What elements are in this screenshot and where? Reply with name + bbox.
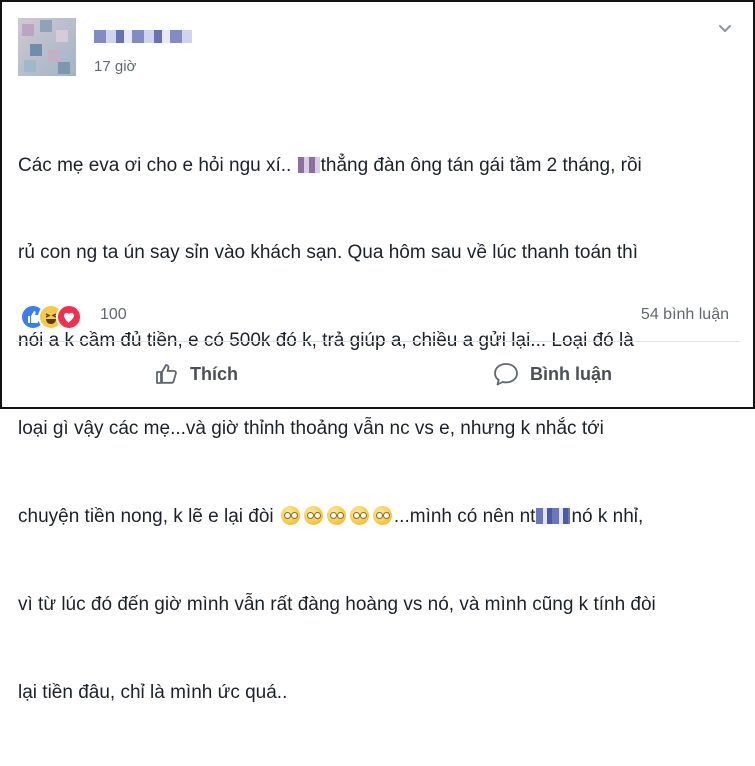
thumbs-up-icon: [156, 364, 177, 384]
post-text: thẳng đàn ông tán gái tầm 2 tháng, rồi: [320, 154, 642, 176]
censored-word: [536, 508, 571, 525]
post-line: lại tiền đâu, chỉ là mình ức quá..: [18, 681, 288, 703]
post-text: nó k nhỉ,: [571, 506, 644, 528]
post-line: rủ con ng ta ún say sỉn vào khách sạn. Q…: [18, 242, 638, 264]
author-name-censored[interactable]: [94, 30, 192, 43]
love-icon: [56, 304, 82, 330]
avatar[interactable]: [18, 18, 76, 76]
comment-button[interactable]: Bình luận: [492, 354, 612, 394]
avatar-pixel: [24, 60, 36, 72]
post-text: ...mình có nên nt: [393, 506, 536, 528]
reaction-count[interactable]: 100: [100, 306, 127, 324]
speech-bubble-icon: [494, 363, 518, 386]
comment-label: Bình luận: [530, 363, 612, 384]
comment-count[interactable]: 54 bình luận: [641, 306, 729, 324]
rolling-eyes-emoji: [280, 506, 300, 526]
censored-word: [297, 156, 320, 173]
avatar-pixel: [48, 50, 60, 62]
like-button[interactable]: Thích: [154, 354, 238, 394]
post-timestamp[interactable]: 17 giờ: [94, 58, 136, 75]
rolling-eyes-emoji: [349, 506, 369, 526]
avatar-pixel: [30, 44, 42, 56]
post-text: chuyện tiền nong, k lẽ e lại đòi: [18, 506, 279, 528]
avatar-pixel: [56, 30, 68, 42]
avatar-pixel: [22, 24, 34, 36]
post-header: 17 giờ: [16, 16, 739, 76]
post-text: Các mẹ eva ơi cho e hỏi ngu xí..: [18, 154, 297, 176]
avatar-pixel: [58, 62, 70, 74]
post-body: Các mẹ eva ơi cho e hỏi ngu xí.. thẳng đ…: [18, 92, 740, 766]
chevron-down-icon[interactable]: [717, 20, 733, 36]
avatar-pixel: [40, 20, 52, 32]
post-card: 17 giờ Các mẹ eva ơi cho e hỏi ngu xí.. …: [0, 0, 755, 703]
post-actions: Thích Bình luận: [16, 346, 739, 402]
post-line: Các mẹ eva ơi cho e hỏi ngu xí.. thẳng đ…: [18, 151, 740, 180]
post-line: chuyện tiền nong, k lẽ e lại đòi ...mình…: [18, 502, 740, 531]
rolling-eyes-emoji: [303, 506, 323, 526]
post-line: loại gì vậy các mẹ...và giờ thỉnh thoảng…: [18, 418, 604, 440]
post-stats: 100 54 bình luận: [20, 304, 735, 330]
rolling-eyes-emoji: [372, 506, 392, 526]
post-line: vì từ lúc đó đến giờ mình vẫn rất đàng h…: [18, 594, 656, 616]
divider: [16, 341, 739, 342]
like-label: Thích: [190, 363, 238, 384]
rolling-eyes-emoji: [326, 506, 346, 526]
